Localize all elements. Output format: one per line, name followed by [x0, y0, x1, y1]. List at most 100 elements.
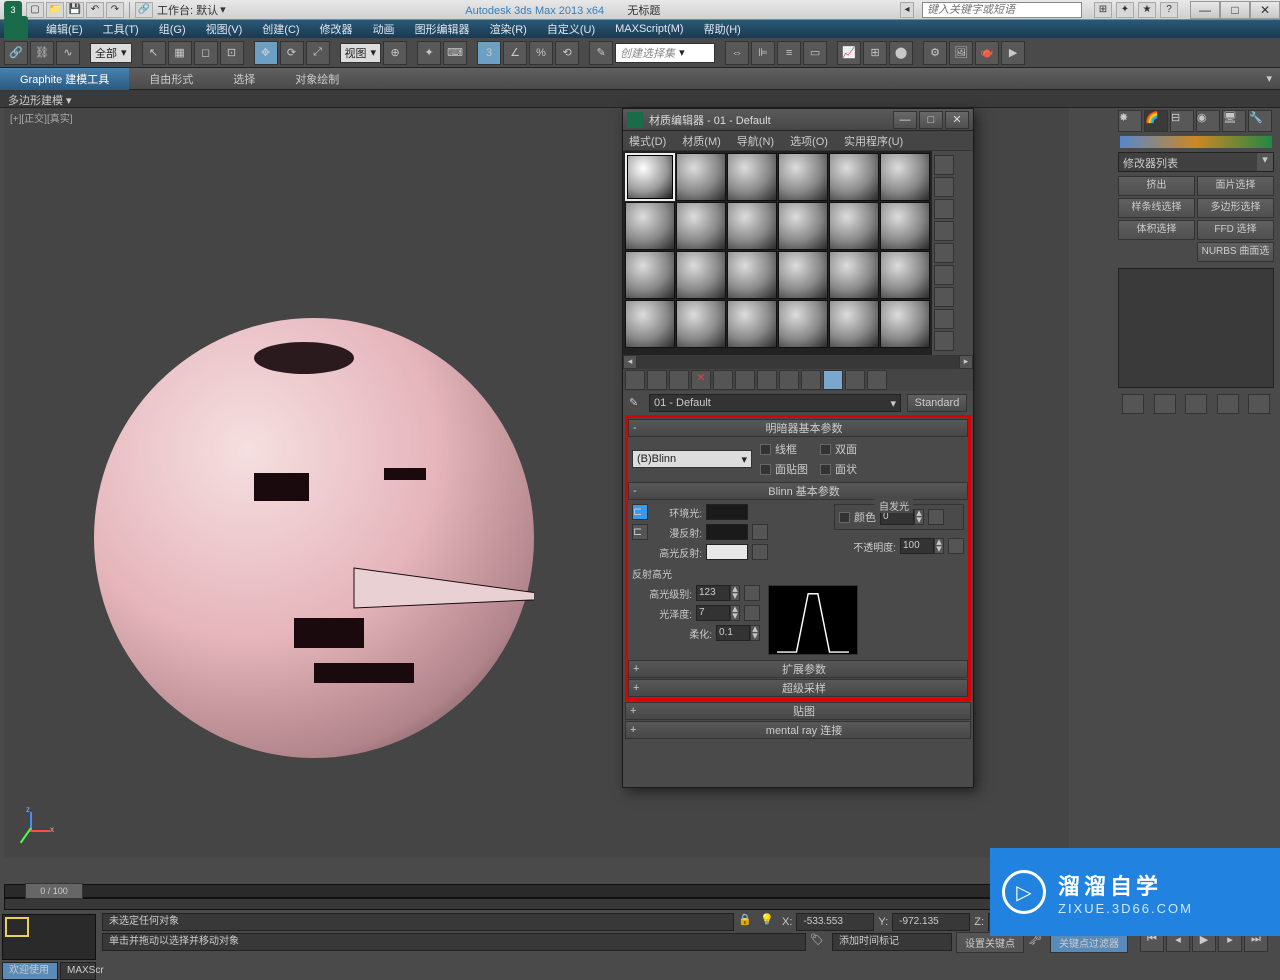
pin-stack-icon[interactable] — [1122, 394, 1144, 414]
backlight-icon[interactable] — [934, 177, 954, 197]
menu-rendering[interactable]: 渲染(R) — [480, 19, 537, 39]
app-menu-icon[interactable] — [4, 16, 28, 40]
material-slot[interactable] — [880, 251, 930, 299]
specular-map-button[interactable] — [752, 544, 768, 560]
edit-named-sel-icon[interactable]: ✎ — [589, 41, 613, 65]
opacity-map-button[interactable] — [948, 538, 964, 554]
make-unique-icon[interactable] — [1185, 394, 1207, 414]
modify-tab[interactable]: 🌈 — [1144, 110, 1168, 132]
search-left-icon[interactable]: ◂ — [900, 2, 914, 18]
track-view-mini[interactable] — [2, 914, 96, 960]
material-slot[interactable] — [625, 300, 675, 348]
ref-coord-system[interactable]: 视图▾ — [340, 43, 382, 63]
rollout-extended[interactable]: +扩展参数 — [628, 660, 968, 678]
material-slot[interactable] — [778, 300, 828, 348]
rollout-blinn-basic[interactable]: -Blinn 基本参数 — [628, 482, 968, 500]
undo-btn[interactable]: ↶ — [86, 2, 104, 18]
display-tab[interactable]: 🖥 — [1222, 110, 1246, 132]
material-slot[interactable] — [829, 251, 879, 299]
menu-material[interactable]: 材质(M) — [682, 133, 721, 148]
material-editor-titlebar[interactable]: 材质编辑器 - 01 - Default — □ ✕ — [623, 109, 973, 131]
make-preview-icon[interactable] — [934, 265, 954, 285]
material-slot[interactable] — [880, 202, 930, 250]
select-link-icon[interactable]: 🔗 — [4, 41, 28, 65]
exchange-icon[interactable]: ✦ — [1116, 2, 1134, 18]
close-button[interactable]: ✕ — [1250, 1, 1280, 19]
select-object-icon[interactable]: ↖ — [142, 41, 166, 65]
unlink-icon[interactable]: ⛓ — [30, 41, 54, 65]
background-icon[interactable] — [934, 199, 954, 219]
new-btn[interactable]: ▢ — [26, 2, 44, 18]
material-slot[interactable] — [727, 300, 777, 348]
select-name-icon[interactable]: ▦ — [168, 41, 192, 65]
rollout-maps[interactable]: +贴图 — [625, 702, 971, 720]
keyboard-shortcut-icon[interactable]: ⌨ — [443, 41, 467, 65]
ribbon-expand-icon[interactable]: ▾ — [1258, 69, 1280, 88]
x-coord-input[interactable]: -533.553 — [796, 913, 874, 931]
btn-nurbs[interactable]: NURBS 曲面选 — [1197, 242, 1274, 262]
spec-level-map-button[interactable] — [744, 585, 760, 601]
chevron-down-icon[interactable]: ▾ — [1257, 153, 1273, 171]
rollout-shader-basic[interactable]: -明暗器基本参数 — [628, 419, 968, 437]
soften-spinner[interactable]: 0.1▴▾ — [716, 625, 760, 641]
menu-graph[interactable]: 图形编辑器 — [405, 19, 480, 39]
rollout-supersample[interactable]: +超级采样 — [628, 679, 968, 697]
menu-mode[interactable]: 模式(D) — [629, 133, 666, 148]
time-tag-icon[interactable]: 🏷 — [810, 933, 828, 951]
curve-editor-icon[interactable]: 📈 — [837, 41, 861, 65]
search-input[interactable] — [922, 2, 1082, 18]
chk-wire[interactable]: 线框 — [760, 441, 808, 457]
move-icon[interactable]: ✥ — [254, 41, 278, 65]
bind-icon[interactable]: ∿ — [56, 41, 80, 65]
menu-edit[interactable]: 编辑(E) — [36, 19, 93, 39]
gloss-spinner[interactable]: 7▴▾ — [696, 605, 740, 621]
selfillum-map-button[interactable] — [928, 509, 944, 525]
material-slot[interactable] — [727, 153, 777, 201]
layers-icon[interactable]: ≡ — [777, 41, 801, 65]
assign-to-sel-icon[interactable] — [669, 370, 689, 390]
motion-tab[interactable]: ◉ — [1196, 110, 1220, 132]
mat-map-nav-icon[interactable] — [934, 331, 954, 351]
viewport-label[interactable]: [+][正交][真实] — [10, 110, 73, 125]
diffuse-map-button[interactable] — [752, 524, 768, 540]
go-forward-icon[interactable] — [867, 370, 887, 390]
material-slot[interactable] — [625, 251, 675, 299]
maxscript-label[interactable]: MAXScr — [60, 962, 96, 980]
configure-sets-icon[interactable] — [1248, 394, 1270, 414]
rendered-frame-icon[interactable]: 🖼 — [949, 41, 973, 65]
rollout-mentalray[interactable]: +mental ray 连接 — [625, 721, 971, 739]
material-slot[interactable] — [625, 202, 675, 250]
menu-utilities[interactable]: 实用程序(U) — [844, 133, 903, 148]
close-button[interactable]: ✕ — [945, 111, 969, 129]
quick-render-icon[interactable]: ▶ — [1001, 41, 1025, 65]
create-tab[interactable]: ✸ — [1118, 110, 1142, 132]
ribbon-toggle-icon[interactable]: ▭ — [803, 41, 827, 65]
remove-modifier-icon[interactable] — [1217, 394, 1239, 414]
diffuse-color-swatch[interactable] — [706, 524, 748, 540]
btn-ffd-select[interactable]: FFD 选择 — [1197, 220, 1274, 240]
menu-tools[interactable]: 工具(T) — [93, 19, 149, 39]
viewport-model[interactable] — [94, 318, 534, 758]
select-manip-icon[interactable]: ✦ — [417, 41, 441, 65]
hierarchy-tab[interactable]: ⊟ — [1170, 110, 1194, 132]
put-to-scene-icon[interactable] — [647, 370, 667, 390]
tab-paint[interactable]: 对象绘制 — [275, 68, 359, 90]
workspace-selector[interactable]: 工作台: 默认 — [157, 2, 218, 18]
sample-type-icon[interactable] — [934, 155, 954, 175]
spinner-snap-icon[interactable]: ⟲ — [555, 41, 579, 65]
menu-animation[interactable]: 动画 — [363, 19, 405, 39]
material-slot[interactable] — [880, 300, 930, 348]
specular-color-swatch[interactable] — [706, 544, 748, 560]
favorites-icon[interactable]: ★ — [1138, 2, 1156, 18]
material-slot[interactable] — [676, 300, 726, 348]
material-slot[interactable] — [829, 202, 879, 250]
material-id-icon[interactable] — [779, 370, 799, 390]
menu-create[interactable]: 创建(C) — [252, 19, 309, 39]
angle-snap-icon[interactable]: ∠ — [503, 41, 527, 65]
material-slot[interactable] — [676, 202, 726, 250]
opacity-spinner[interactable]: 100▴▾ — [900, 538, 944, 554]
material-slot[interactable] — [676, 251, 726, 299]
minimize-button[interactable]: — — [1190, 1, 1220, 19]
chk-faceted[interactable]: 面状 — [820, 461, 868, 477]
redo-btn[interactable]: ↷ — [106, 2, 124, 18]
